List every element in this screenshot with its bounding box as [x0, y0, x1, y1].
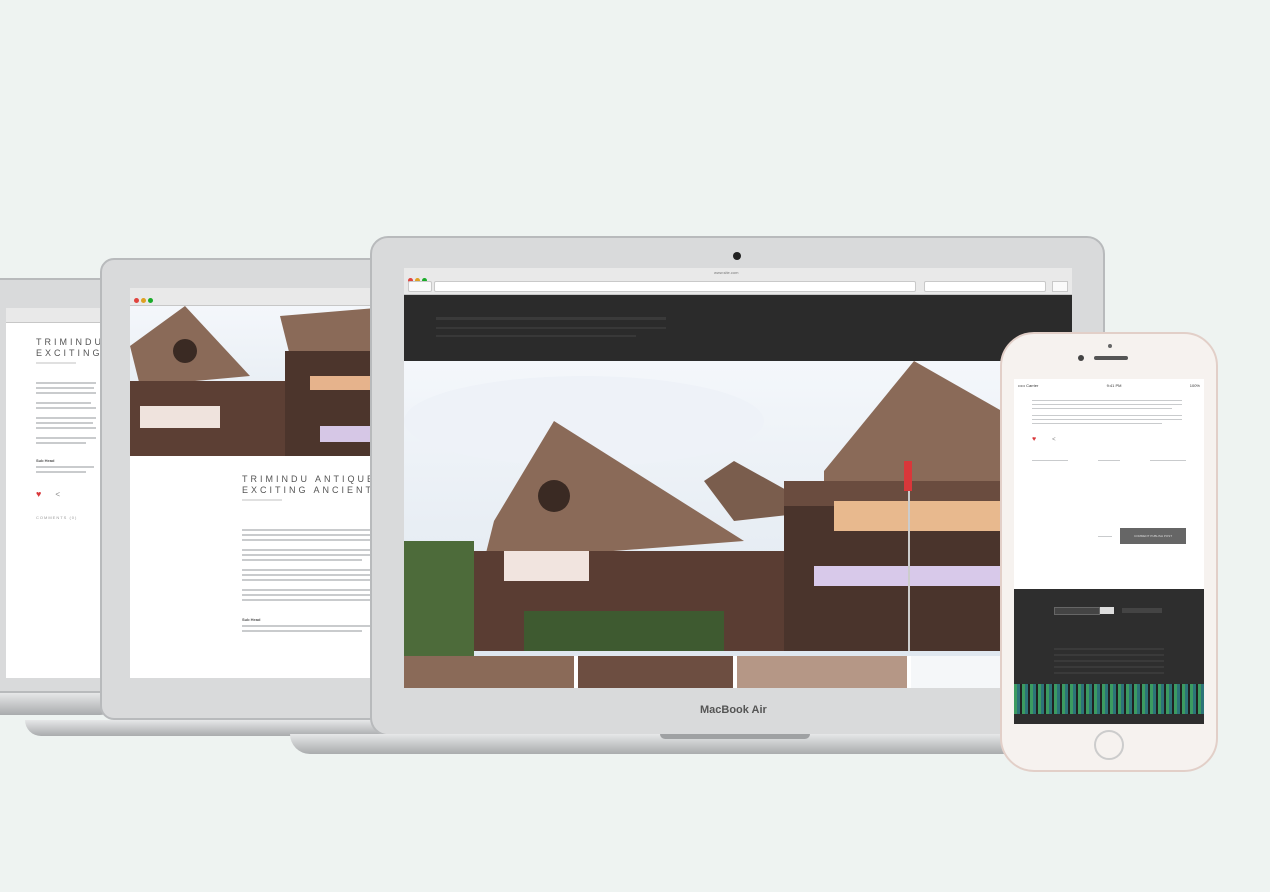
comments-label: COMMENTS (0)	[36, 515, 78, 520]
front-camera-icon	[1078, 355, 1084, 361]
hero-photo	[404, 361, 1072, 656]
download-icon[interactable]	[1052, 281, 1068, 292]
macbook-air: www.site.com MacBook Air	[290, 236, 1110, 756]
clock: 9:41 PM	[1106, 382, 1122, 388]
share-icon[interactable]: <	[1052, 437, 1056, 443]
building-photo	[404, 361, 1072, 656]
speaker	[1094, 356, 1128, 360]
subscribe-button[interactable]	[1100, 607, 1114, 614]
url-bar[interactable]	[434, 281, 916, 292]
comment-textarea[interactable]	[1032, 472, 1186, 522]
status-bar: ••••• Carrier 9:41 PM 100%	[1014, 379, 1204, 391]
footer-pattern	[1014, 684, 1204, 714]
macbook-label: MacBook Air	[700, 704, 767, 716]
battery-label: 100%	[1189, 382, 1200, 388]
search-field[interactable]	[924, 281, 1046, 292]
heart-icon[interactable]: ♥	[36, 489, 41, 499]
macbook-screen: www.site.com	[404, 268, 1072, 688]
carrier-label: ••••• Carrier	[1018, 382, 1039, 388]
heart-icon[interactable]: ♥	[1032, 436, 1036, 443]
camera-icon	[733, 252, 741, 260]
photo-strip	[404, 656, 1072, 688]
site-header	[404, 295, 1072, 361]
browser-title: www.site.com	[714, 270, 739, 275]
home-button[interactable]	[1094, 730, 1124, 760]
laptop-far-left-screen: TRIMINDU EXCITING Sub Head ♥ < COMMENTS …	[6, 308, 102, 678]
back-button[interactable]	[408, 281, 432, 292]
phone-screen: ••••• Carrier 9:41 PM 100% ♥ < COMMENT P…	[1014, 379, 1204, 724]
publish-button[interactable]: COMMENT PUBLISH POST	[1120, 528, 1186, 544]
site-footer	[1014, 589, 1204, 724]
iphone: ••••• Carrier 9:41 PM 100% ♥ < COMMENT P…	[1000, 332, 1218, 772]
article-title: TRIMINDU	[36, 337, 102, 347]
article-title-line2: EXCITING	[36, 348, 102, 358]
newsletter-input[interactable]	[1054, 607, 1100, 615]
sub-head: Sub Head	[36, 458, 55, 463]
share-icon[interactable]: <	[55, 490, 60, 499]
